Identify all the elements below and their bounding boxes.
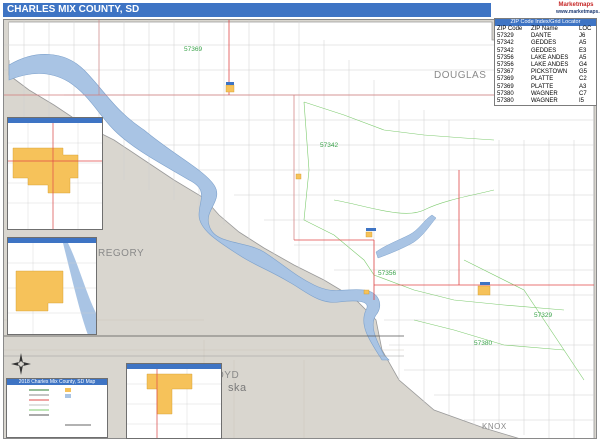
brand-logo: Marketmaps www.marketmaps.com xyxy=(556,2,600,18)
map-title: CHARLES MIX COUNTY, SD xyxy=(3,3,491,17)
inset-3-svg xyxy=(127,369,221,438)
zip-label-57329: 57329 xyxy=(534,312,553,319)
inset-map-3[interactable] xyxy=(126,363,222,439)
table-row: 57380 WAGNER C7 xyxy=(495,91,596,98)
zip-loc: G5 xyxy=(579,69,588,76)
inset-map-2[interactable] xyxy=(7,237,97,335)
map-legend: 2018 Charles Mix County, SD Map xyxy=(6,378,108,438)
zip-loc: A3 xyxy=(579,83,587,90)
county-label-knox: KNOX xyxy=(482,422,507,431)
zip-loc: J6 xyxy=(579,33,586,40)
zip-index-title: ZIP Code Index/Grid Locator xyxy=(495,19,596,26)
zip-code: 57369 xyxy=(497,83,514,90)
zip-label-57342: 57342 xyxy=(320,142,339,149)
zip-loc: G4 xyxy=(579,62,588,69)
zip-loc: C7 xyxy=(579,90,587,97)
zip-label-57356: 57356 xyxy=(378,270,397,277)
zip-code: 57369 xyxy=(497,76,514,83)
zip-code: 57380 xyxy=(497,98,514,105)
table-row: 57342 GEDDES E3 xyxy=(495,48,596,55)
brand-name: Marketmaps xyxy=(558,2,594,8)
zip-name: WAGNER xyxy=(530,90,558,97)
zip-code: 57356 xyxy=(497,54,514,61)
zip-loc: I5 xyxy=(579,98,585,105)
table-row: 57356 LAKE ANDES A5 xyxy=(495,55,596,62)
table-row: 57380 WAGNER I5 xyxy=(495,98,596,105)
zip-index-grid: ZIP Code ZIP Name LOC 57329 DANTE J6 57342… xyxy=(495,26,596,105)
table-row: 57367 PICKSTOWN G5 xyxy=(495,69,596,76)
inset-1-svg xyxy=(8,123,102,229)
zip-name: LAKE ANDES xyxy=(530,62,569,69)
zip-code: 57329 xyxy=(497,33,514,40)
zip-index-table: ZIP Code Index/Grid Locator ZIP Code ZIP… xyxy=(494,18,597,107)
zip-loc: A5 xyxy=(579,54,587,61)
table-row: 57329 DANTE J6 xyxy=(495,33,596,40)
zip-loc: A5 xyxy=(579,40,587,47)
zip-col-header: ZIP Code xyxy=(497,26,523,32)
table-row: 57369 PLATTE A3 xyxy=(495,84,596,91)
zip-name: PICKSTOWN xyxy=(530,69,568,76)
zip-code: 57367 xyxy=(497,69,514,76)
zip-label-57369: 57369 xyxy=(184,46,203,53)
zip-code: 57380 xyxy=(497,90,514,97)
zip-loc: C2 xyxy=(579,76,587,83)
county-label-gregory: REGORY xyxy=(98,248,145,259)
zip-name: PLATTE xyxy=(530,83,554,90)
zip-col-header: LOC xyxy=(579,26,592,32)
zip-code: 57342 xyxy=(497,40,514,47)
brand-url: www.marketmaps.com xyxy=(556,9,600,15)
county-label-douglas: DOUGLAS xyxy=(434,70,487,81)
map-frame: CHARLES MIX COUNTY, SD Marketmaps www.ma… xyxy=(0,0,600,442)
zip-name: DANTE xyxy=(530,33,552,40)
zip-label-57380: 57380 xyxy=(474,340,493,347)
zip-name: LAKE ANDES xyxy=(530,54,569,61)
zip-name: GEDDES xyxy=(530,47,557,54)
table-row: 57356 LAKE ANDES G4 xyxy=(495,62,596,69)
legend-symbols xyxy=(29,388,91,426)
zip-name: GEDDES xyxy=(530,40,557,47)
zip-col-header: ZIP Name xyxy=(530,26,558,32)
table-row: 57369 PLATTE C2 xyxy=(495,76,596,83)
zip-table-header-row: ZIP Code ZIP Name LOC xyxy=(495,26,596,33)
zip-name: PLATTE xyxy=(530,76,554,83)
zip-code: 57342 xyxy=(497,47,514,54)
state-label-nebraska: ska xyxy=(228,382,247,394)
zip-code: 57356 xyxy=(497,62,514,69)
table-row: 57342 GEDDES A5 xyxy=(495,40,596,47)
inset-map-1[interactable] xyxy=(7,117,103,230)
compass-rose-icon xyxy=(11,353,31,375)
inset-2-svg xyxy=(8,243,96,334)
zip-name: WAGNER xyxy=(530,98,558,105)
zip-loc: E3 xyxy=(579,47,587,54)
